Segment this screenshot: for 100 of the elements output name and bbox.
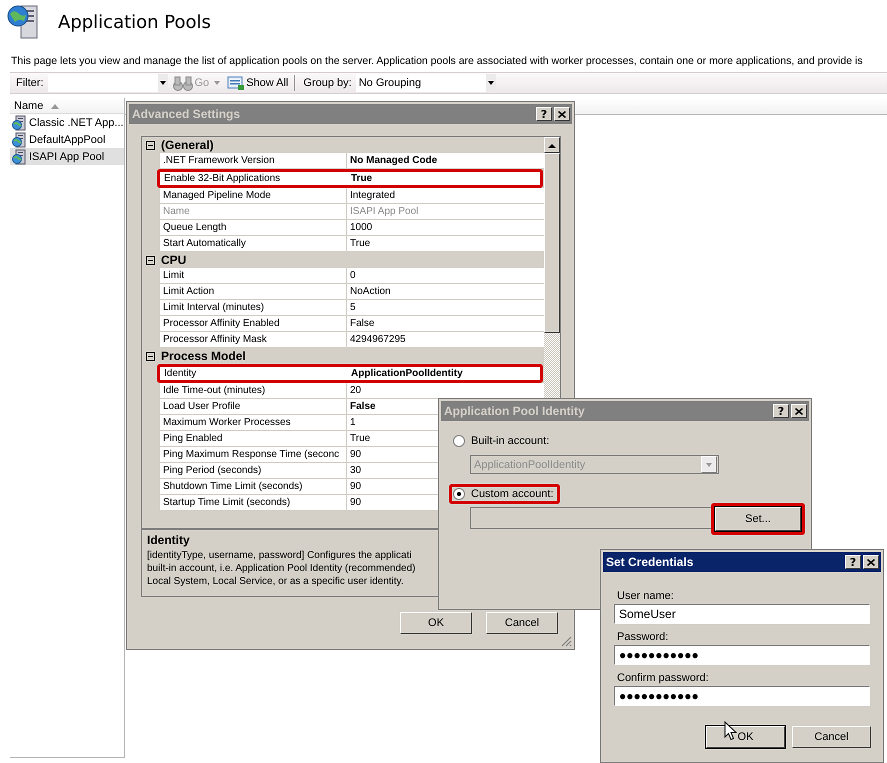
page-description: This page lets you view and manage the list of application pools on the server. Application pools are associated with worker processes, contain one or more applications, and provide is — [11, 55, 864, 67]
property-value: False — [349, 318, 374, 329]
filter-field[interactable] — [48, 74, 168, 92]
property-name: .NET Framework Version — [160, 153, 347, 168]
close-icon — [558, 110, 566, 118]
property-name: Ping Maximum Response Time (seconc — [160, 447, 347, 462]
property-name: Limit — [160, 268, 347, 283]
property-name: Enable 32-Bit Applications — [163, 172, 282, 186]
app-pool-item[interactable]: DefaultAppPool — [10, 131, 124, 148]
column-header[interactable]: Name — [10, 98, 124, 114]
dropdown-arrow-icon — [158, 79, 166, 87]
category-title: (General) — [161, 138, 214, 152]
property-row[interactable]: Limit Interval (minutes) 5 — [160, 300, 544, 316]
filter-label: Filter: — [15, 77, 44, 89]
app-pool-icon — [12, 148, 28, 164]
property-value: False — [349, 401, 376, 412]
dialog-button[interactable]: OK — [706, 726, 785, 748]
group-by-dropdown[interactable]: No Grouping — [356, 74, 496, 92]
property-row[interactable]: Queue Length 1000 — [160, 220, 544, 236]
property-name: Processor Affinity Enabled — [160, 316, 347, 331]
category-title: CPU — [161, 253, 186, 267]
property-value: 5 — [349, 302, 356, 313]
input-field[interactable]: ●●●●●●●●●●● — [614, 686, 870, 706]
property-name: Startup Time Limit (seconds) — [160, 495, 347, 510]
property-name: Queue Length — [160, 220, 347, 235]
scroll-up-icon — [548, 142, 556, 148]
input-field[interactable]: ●●●●●●●●●●● — [614, 645, 870, 665]
dialog-button[interactable]: OK — [400, 612, 472, 634]
property-name: Idle Time-out (minutes) — [160, 383, 347, 398]
close-button[interactable] — [791, 404, 807, 418]
help-button[interactable]: ? — [845, 555, 861, 569]
property-value: 1 — [349, 417, 356, 428]
mouse-pointer-icon — [724, 721, 737, 741]
input-field[interactable]: SomeUser — [614, 604, 870, 624]
property-value: 90 — [349, 481, 362, 492]
close-icon — [795, 408, 803, 414]
binoculars-icon — [172, 75, 194, 91]
set-button[interactable]: Set... — [715, 507, 801, 531]
property-row[interactable]: Processor Affinity Mask 4294967295 — [160, 332, 544, 348]
close-button[interactable] — [863, 555, 879, 569]
property-value: ApplicationPoolIdentity — [350, 368, 463, 379]
property-row[interactable]: Processor Affinity Enabled False — [160, 316, 544, 332]
group-by-label: Group by: — [302, 77, 353, 89]
property-row[interactable]: Idle Time-out (minutes) 20 — [160, 383, 544, 399]
property-value: 90 — [349, 449, 362, 460]
property-value: 30 — [349, 465, 362, 476]
radio-button[interactable] — [453, 435, 465, 447]
property-name: Start Automatically — [160, 236, 347, 251]
property-value: ISAPI App Pool — [349, 206, 418, 217]
app-pool-item[interactable]: ISAPI App Pool — [10, 148, 124, 165]
dropdown-arrow-icon — [486, 79, 495, 87]
title-bar: Application Pool Identity ? — [441, 401, 809, 421]
property-row[interactable]: Managed Pipeline Mode Integrated — [160, 188, 544, 204]
show-all-icon — [227, 75, 246, 91]
property-name: Maximum Worker Processes — [160, 415, 347, 430]
show-all-button[interactable]: Show All — [225, 75, 290, 91]
property-name: Processor Affinity Mask — [160, 332, 347, 347]
account-field[interactable] — [470, 507, 711, 529]
close-button[interactable] — [554, 107, 570, 121]
property-value: Integrated — [349, 190, 396, 201]
app-pool-icon — [12, 132, 28, 148]
property-name: Load User Profile — [160, 399, 347, 414]
property-row[interactable]: Limit 0 — [160, 268, 544, 284]
property-name: Limit Interval (minutes) — [160, 300, 347, 315]
property-row[interactable]: Limit Action NoAction — [160, 284, 544, 300]
dialog-button[interactable]: Cancel — [792, 726, 871, 748]
help-button[interactable]: ? — [773, 404, 789, 418]
field-label: Password: — [617, 631, 670, 643]
property-row[interactable]: Enable 32-Bit Applications True — [157, 169, 543, 188]
property-value: True — [349, 238, 370, 249]
property-name: Name — [160, 204, 347, 219]
resize-grip-icon — [560, 635, 572, 647]
property-value: 90 — [349, 497, 362, 508]
property-value: 0 — [349, 270, 356, 281]
property-row[interactable]: .NET Framework Version No Managed Code — [160, 153, 544, 169]
app-pool-item[interactable]: Classic .NET App... — [10, 114, 124, 131]
property-row[interactable]: Identity ApplicationPoolIdentity — [157, 364, 543, 383]
property-name: Shutdown Time Limit (seconds) — [160, 479, 347, 494]
property-name: Limit Action — [160, 284, 347, 299]
property-value: 4294967295 — [349, 334, 406, 345]
dropdown-arrow-icon — [213, 79, 222, 87]
property-value: True — [349, 433, 370, 444]
description-title: Identity — [147, 533, 191, 547]
page-title: Application Pools — [58, 12, 211, 32]
property-name: Ping Period (seconds) — [160, 463, 347, 478]
property-value: No Managed Code — [349, 155, 438, 166]
property-value: 1000 — [349, 222, 372, 233]
app-pool-icon — [12, 114, 28, 130]
radio-button[interactable] — [453, 488, 465, 500]
dialog-button[interactable]: Cancel — [486, 612, 558, 634]
property-value: NoAction — [349, 286, 391, 297]
property-name: Managed Pipeline Mode — [160, 188, 347, 203]
field-label: Confirm password: — [617, 672, 710, 684]
description-text: Local System, Local Service, or as a specific user identity. — [147, 575, 405, 588]
description-text: [identityType, username, password] Configures the applicati — [147, 549, 413, 562]
sort-ascending-icon — [51, 102, 60, 108]
description-text: built-in account, i.e. Application Pool Identity (recommended) — [147, 562, 416, 575]
property-row[interactable]: Start Automatically True — [160, 236, 544, 252]
title-bar: Advanced Settings ? — [129, 104, 572, 124]
help-button[interactable]: ? — [536, 107, 552, 121]
